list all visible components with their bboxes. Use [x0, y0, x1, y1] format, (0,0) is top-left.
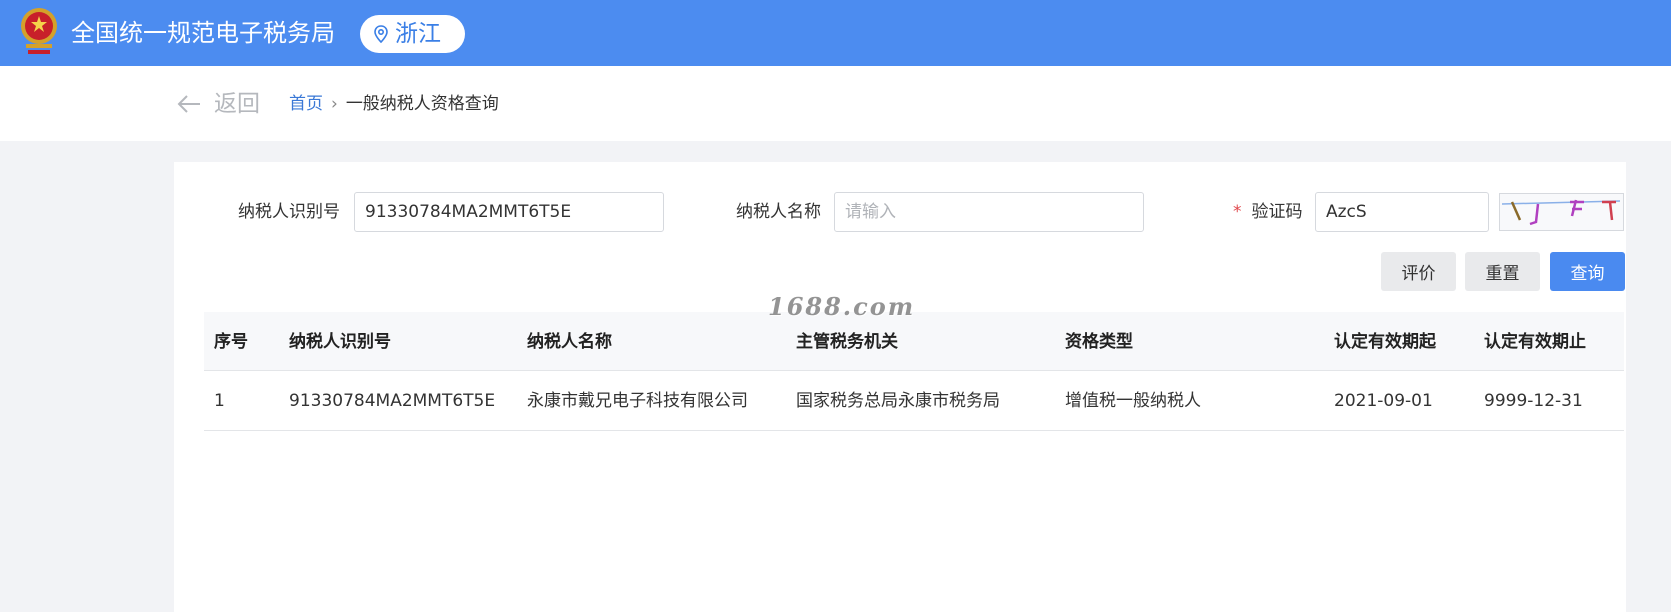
captcha-label-text: 验证码	[1251, 202, 1303, 222]
column-header-taxpayer-id: 纳税人识别号	[289, 332, 391, 352]
cell-tax-authority: 国家税务总局永康市税务局	[796, 391, 1000, 411]
back-label: 返回	[214, 91, 260, 117]
taxpayer-id-input[interactable]	[354, 192, 664, 232]
watermark: 1688.com	[768, 292, 916, 321]
cell-valid-from: 2021-09-01	[1334, 391, 1433, 411]
taxpayer-name-input[interactable]	[834, 192, 1144, 232]
captcha-graphic	[1501, 199, 1621, 226]
taxpayer-id-label: 纳税人识别号	[238, 202, 340, 222]
required-mark: *	[1233, 202, 1242, 222]
column-header-qualification-type: 资格类型	[1065, 332, 1133, 352]
cell-valid-to: 9999-12-31	[1484, 391, 1583, 411]
location-pin-icon	[374, 25, 388, 44]
column-header-tax-authority: 主管税务机关	[796, 332, 898, 352]
cell-qualification-type: 增值税一般纳税人	[1065, 391, 1201, 411]
captcha-input[interactable]	[1315, 192, 1489, 232]
nav-strip: 返回 首页 › 一般纳税人资格查询	[0, 66, 1671, 141]
query-button[interactable]: 查询	[1550, 252, 1625, 291]
column-header-valid-to: 认定有效期止	[1484, 332, 1586, 352]
site-title: 全国统一规范电子税务局	[71, 19, 335, 47]
taxpayer-name-label: 纳税人名称	[736, 202, 821, 222]
reset-button[interactable]: 重置	[1465, 252, 1540, 291]
cell-index: 1	[214, 391, 225, 411]
column-header-index: 序号	[214, 332, 248, 352]
breadcrumb-home-link[interactable]: 首页	[289, 94, 323, 114]
captcha-image[interactable]	[1499, 193, 1624, 231]
breadcrumb-current: 一般纳税人资格查询	[345, 94, 499, 114]
table-row: 1 91330784MA2MMT6T5E 永康市戴兄电子科技有限公司 国家税务总…	[204, 371, 1624, 431]
cell-taxpayer-id: 91330784MA2MMT6T5E	[289, 391, 496, 411]
cell-taxpayer-name: 永康市戴兄电子科技有限公司	[527, 391, 748, 411]
breadcrumb-separator: ›	[331, 94, 338, 114]
captcha-label: * 验证码	[1233, 201, 1303, 223]
column-header-valid-from: 认定有效期起	[1334, 332, 1436, 352]
region-selector[interactable]: 浙江	[360, 15, 465, 53]
national-emblem-icon	[21, 8, 57, 54]
region-label: 浙江	[395, 21, 441, 47]
arrow-left-icon	[177, 95, 200, 113]
breadcrumb: 首页 › 一般纳税人资格查询	[289, 93, 499, 115]
evaluate-button[interactable]: 评价	[1381, 252, 1456, 291]
column-header-taxpayer-name: 纳税人名称	[527, 332, 612, 352]
top-header-bar: 全国统一规范电子税务局 浙江	[0, 0, 1671, 66]
